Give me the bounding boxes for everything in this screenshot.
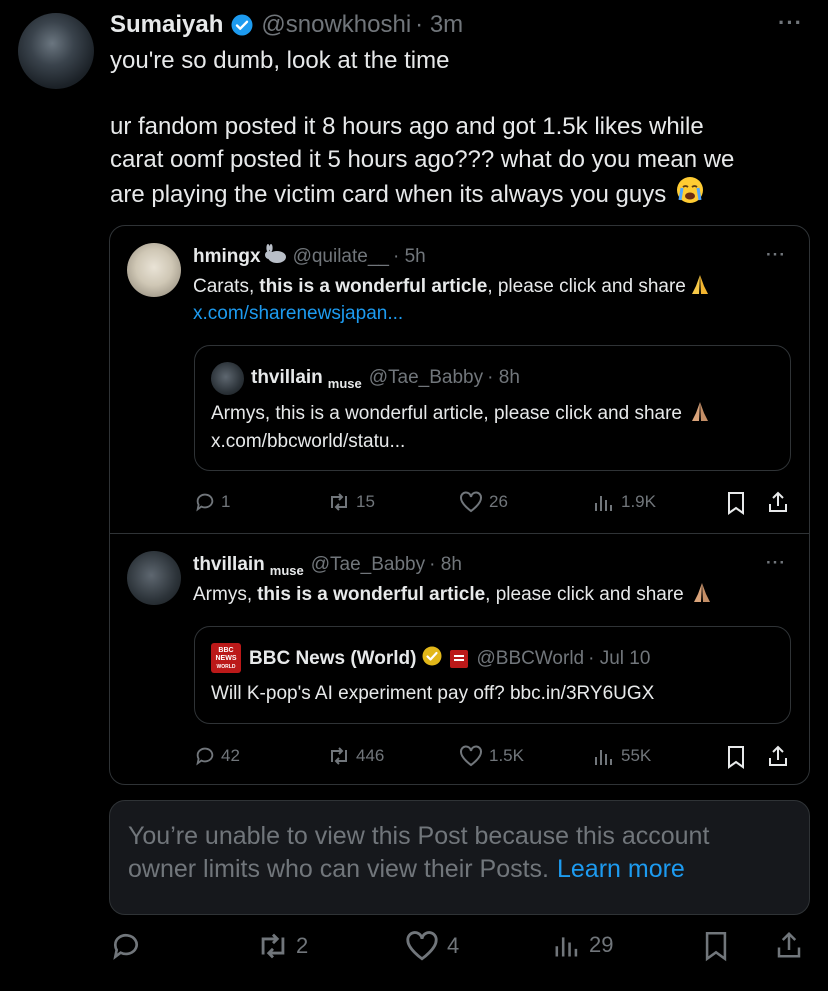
quote1-author-name[interactable]: hmingx <box>193 246 261 268</box>
unavailable-text-line: You’re unable to view this Post because … <box>128 822 710 850</box>
quote2-text: , please click and share <box>485 584 684 605</box>
quote2-share-icon[interactable] <box>766 744 790 773</box>
post-text-line: ur fandom posted it 8 hours ago and got … <box>110 113 704 140</box>
quote1-avatar[interactable] <box>127 243 181 297</box>
quote1-time[interactable]: · 5h <box>393 246 426 268</box>
folded-hands-icon <box>688 399 712 429</box>
quote2-retweet-count: 446 <box>356 746 385 765</box>
quote2-avatar[interactable] <box>127 551 181 605</box>
quote2-handle[interactable]: @Tae_Babby <box>311 554 425 576</box>
reply-icon <box>194 745 216 767</box>
quote1-link[interactable]: x.com/sharenewsjapan... <box>193 303 403 325</box>
heart-icon <box>459 745 483 767</box>
folded-hands-icon <box>688 272 712 302</box>
quote1-like-button[interactable]: 26 <box>459 491 508 513</box>
author-avatar[interactable] <box>18 13 94 89</box>
quote1-text: , please click and share <box>487 276 686 297</box>
post-text-line: you're so dumb, look at the time <box>110 47 450 74</box>
quote2-like-count: 1.5K <box>489 746 524 765</box>
retweet-count: 2 <box>296 933 309 958</box>
verified-badge-icon <box>231 14 253 36</box>
quote1-inner-time[interactable]: · 8h <box>487 367 520 389</box>
quote1-share-icon[interactable] <box>766 490 790 519</box>
quote2-inner-time[interactable]: · Jul 10 <box>588 648 650 670</box>
reply-icon <box>194 491 216 513</box>
quote1-views-count: 1.9K <box>621 492 656 511</box>
retweet-button[interactable]: 2 <box>256 930 308 962</box>
quote1-inner-handle[interactable]: @Tae_Babby <box>369 367 483 389</box>
quote2-text: Armys, <box>193 584 253 605</box>
folded-hands-icon <box>690 580 714 610</box>
quote1-reply-button[interactable]: 1 <box>194 491 230 513</box>
quote2-inner-card[interactable] <box>194 626 791 724</box>
learn-more-link[interactable]: Learn more <box>557 853 685 886</box>
like-count: 4 <box>447 933 460 958</box>
heart-icon <box>405 930 439 962</box>
quote2-author-name[interactable]: thvillain <box>193 554 265 576</box>
crying-face-icon <box>676 176 704 213</box>
quote2-like-button[interactable]: 1.5K <box>459 745 524 767</box>
quote2-inner-handle[interactable]: @BBCWorld <box>476 648 584 670</box>
share-icon[interactable] <box>774 929 804 966</box>
reply-button[interactable] <box>110 930 142 962</box>
author-name[interactable]: Sumaiyah <box>110 11 223 39</box>
divider <box>110 533 809 534</box>
like-button[interactable]: 4 <box>405 930 459 962</box>
views-icon <box>553 930 581 960</box>
quote2-name-suffix: muse <box>269 562 304 578</box>
rabbit-icon <box>263 244 289 270</box>
quote2-more-icon[interactable]: ··· <box>766 553 786 573</box>
quote2-bookmark-icon[interactable] <box>725 745 747 774</box>
affiliate-badge-icon <box>450 650 469 668</box>
author-handle[interactable]: @snowkhoshi <box>261 11 411 39</box>
post-text: you're so dumb, look at the time ur fand… <box>110 44 734 213</box>
bbc-logo-text: NEWS <box>215 655 237 662</box>
unavailable-text-line: owner limits who can view their Posts. <box>128 855 549 883</box>
quote1-reply-count: 1 <box>221 492 231 511</box>
quote2-text-bold: this is a wonderful article <box>257 584 486 605</box>
quote2-retweet-button[interactable]: 446 <box>327 745 384 767</box>
quote2-inner-author-name[interactable]: BBC News (World) <box>249 648 416 670</box>
quote1-text: Carats, <box>193 276 255 297</box>
gold-verified-badge-icon <box>422 646 442 672</box>
post-time[interactable]: · 3m <box>415 11 463 39</box>
quote2-views-button[interactable]: 55K <box>593 745 651 767</box>
post-text-line: are playing the victim card when its alw… <box>110 181 667 208</box>
bbc-logo-text: BBC <box>218 647 234 654</box>
unavailable-text: You’re unable to view this Post because … <box>128 820 709 886</box>
quote1-retweet-count: 15 <box>356 492 375 511</box>
retweet-icon <box>327 491 351 513</box>
retweet-icon <box>256 930 290 962</box>
quote1-views-button[interactable]: 1.9K <box>593 491 656 513</box>
quote1-inner-name-suffix: muse <box>327 375 362 391</box>
views-icon <box>593 491 615 513</box>
quote2-inner-text: Will K-pop's AI experiment pay off? bbc.… <box>211 683 655 704</box>
quote2-reply-count: 42 <box>221 746 240 765</box>
bbc-logo-text: WORLD <box>216 664 236 670</box>
more-options-icon[interactable]: ··· <box>778 10 803 36</box>
quote1-like-count: 26 <box>489 492 508 511</box>
views-icon <box>593 745 615 767</box>
views-count: 29 <box>589 932 614 957</box>
quote2-reply-button[interactable]: 42 <box>194 745 240 767</box>
quote1-more-icon[interactable]: ··· <box>766 245 786 265</box>
quote1-bookmark-icon[interactable] <box>725 491 747 520</box>
quote1-inner-link[interactable]: x.com/bbcworld/statu... <box>211 431 405 453</box>
quote1-handle[interactable]: @quilate__ <box>293 246 389 268</box>
quote1-inner-author-name[interactable]: thvillain <box>251 367 323 389</box>
reply-icon <box>110 930 142 962</box>
quote2-views-count: 55K <box>621 746 652 765</box>
quote1-inner-text: Armys, this is a wonderful article, plea… <box>211 403 682 424</box>
heart-icon <box>459 491 483 513</box>
quote1-retweet-button[interactable]: 15 <box>327 491 375 513</box>
quote1-text-bold: this is a wonderful article <box>259 276 488 297</box>
quote1-inner-avatar[interactable] <box>211 362 244 395</box>
quote2-time[interactable]: · 8h <box>429 554 462 576</box>
post-text-line: carat oomf posted it 5 hours ago??? what… <box>110 146 735 173</box>
bookmark-icon[interactable] <box>702 930 730 967</box>
views-button[interactable]: 29 <box>553 930 613 960</box>
bbc-logo[interactable]: BBC NEWS WORLD <box>211 643 241 673</box>
retweet-icon <box>327 745 351 767</box>
